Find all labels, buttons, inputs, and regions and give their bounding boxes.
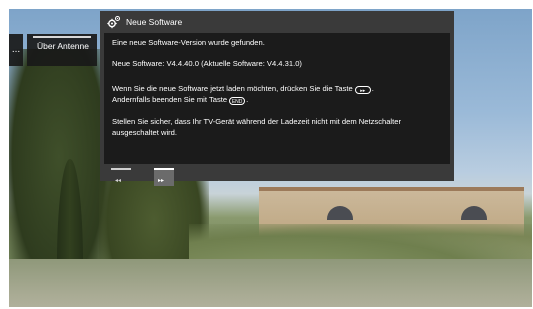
dialog-body: Eine neue Software-Version wurde gefunde… [104, 33, 450, 164]
message-instructions: Wenn Sie die neue Software jetzt laden m… [112, 84, 374, 105]
gear-icon [107, 15, 121, 29]
rewind-icon: ◂◂ [115, 178, 122, 184]
new-software-dialog: Neue Software Eine neue Software-Version… [100, 11, 454, 186]
menu-item-label: Über Antenne [37, 41, 89, 51]
dialog-header: Neue Software [100, 11, 454, 33]
message-version: Neue Software: V4.4.40.0 (Aktuelle Softw… [112, 59, 302, 68]
message-warning: Stellen Sie sicher, dass Ihr TV-Gerät wä… [112, 117, 401, 137]
menu-item-ueber-antenne[interactable]: Über Antenne [27, 34, 97, 66]
menu-back-ellipsis[interactable]: ... [9, 34, 23, 66]
end-key-icon: END [229, 96, 246, 105]
fast-forward-icon: ▸▸ [158, 178, 165, 184]
next-button[interactable]: ▸▸ [154, 168, 174, 186]
grass [9, 259, 532, 307]
forward-key-icon: ▸▸ [354, 86, 371, 94]
dialog-title: Neue Software [126, 17, 183, 27]
message-instructions-part2: Andernfalls beenden Sie mit Taste [112, 94, 228, 104]
prev-button[interactable]: ◂◂ [111, 168, 131, 186]
menu-item-highlight-bar [33, 36, 91, 38]
message-found: Eine neue Software-Version wurde gefunde… [112, 38, 265, 47]
message-instructions-part1: Wenn Sie die neue Software jetzt laden m… [112, 84, 353, 93]
